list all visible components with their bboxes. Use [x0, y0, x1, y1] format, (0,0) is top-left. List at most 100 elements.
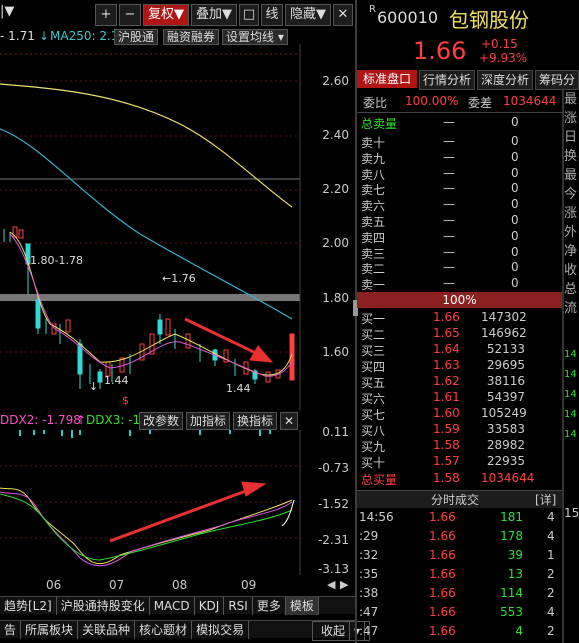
buy-level-price: 1.61	[433, 390, 460, 404]
stock-name: 包钢股份	[449, 8, 529, 32]
tab-chip[interactable]: 筹码分	[535, 70, 579, 90]
buy-level-qty: 52133	[486, 342, 525, 356]
buy-level-label: 买七	[361, 408, 386, 422]
tab-depth-analysis[interactable]: 深度分析	[477, 70, 533, 90]
side-char: 最	[564, 92, 578, 107]
hide-label: 隐藏	[289, 7, 316, 22]
buy-total-price: 1.58	[433, 471, 460, 485]
ddx-axis-tick: -1.52	[317, 497, 349, 511]
buy-level-price: 1.66	[433, 310, 460, 324]
sell-level-label: 卖八	[361, 167, 386, 182]
hide-button[interactable]: 隐藏▼	[285, 4, 331, 26]
box-button[interactable]: □	[239, 4, 259, 26]
close-indicator-button[interactable]: ✕	[280, 412, 299, 430]
ddx-chart[interactable]	[0, 430, 355, 575]
ddx-axis-tick: 0.11	[322, 425, 349, 439]
sell-level-label: 卖十	[361, 136, 386, 150]
weibi-label: 委比	[363, 96, 388, 110]
tick-vol: 178	[500, 529, 523, 543]
mid-pct: 100%	[442, 293, 477, 307]
y-tick: 2.00	[322, 236, 349, 250]
ticks-detail-button[interactable]: [详]	[535, 491, 556, 509]
rzrq-button[interactable]: 融资融券	[163, 29, 220, 45]
kline-chart[interactable]	[0, 44, 355, 410]
stock-price: 1.66	[413, 37, 467, 65]
side-scroll[interactable]	[562, 90, 564, 643]
add-indicator-button[interactable]: 加指标	[186, 412, 231, 430]
tab-kdj[interactable]: KDJ	[195, 597, 225, 615]
tick-price: 1.66	[429, 586, 456, 600]
tab-core-theme[interactable]: 核心题材	[135, 621, 193, 639]
tick-count: 4	[547, 529, 555, 543]
arrow-down-icon: ↓	[39, 29, 50, 43]
tab-announce[interactable]: 告	[0, 621, 22, 639]
tab-hgt-holding[interactable]: 沪股通持股变化	[57, 597, 150, 615]
buy-level-price: 1.62	[433, 374, 460, 388]
tick-price: 1.66	[429, 529, 456, 543]
zoom-in-button[interactable]: +	[95, 4, 117, 26]
tick-price: 1.66	[429, 567, 456, 581]
collapse-label: 收起	[317, 622, 351, 640]
sell-level-label: 卖三	[361, 246, 386, 261]
tick-time: :29	[359, 529, 379, 543]
sell-level-qty: 0	[511, 244, 519, 259]
side-num: 14	[564, 409, 577, 420]
line-button[interactable]: 线	[261, 4, 283, 26]
tab-standard[interactable]: 标准盘口	[357, 70, 417, 88]
candles	[3, 226, 295, 389]
stock-code: 600010	[377, 8, 439, 27]
sell-level-price: —	[443, 213, 455, 227]
buy-total-label: 总买量	[361, 473, 398, 487]
switch-indicator-button[interactable]: 换指标	[233, 412, 278, 430]
side-char: 今	[564, 187, 578, 202]
month-axis: 06 07 08 09	[0, 578, 300, 594]
sell-total-row: 总卖量 — 0	[361, 115, 531, 134]
hgt-button[interactable]: 沪股通	[114, 29, 159, 45]
ma-settings-label: 设置均线	[226, 30, 275, 44]
tab-trend[interactable]: 趋势[L2]	[0, 597, 57, 615]
tab-more[interactable]: 更多	[253, 597, 286, 615]
weibi-row: 委比 100.00% 委差 1034644	[363, 94, 563, 111]
tab-template[interactable]: 模板	[285, 597, 319, 615]
weibi-value: 100.00%	[405, 94, 459, 108]
month-tick: 08	[172, 578, 188, 592]
ma-settings-button[interactable]: 设置均线 ▾	[222, 29, 288, 45]
ddx-axis-tick: -0.73	[317, 461, 349, 475]
buy-level-label: 买九	[361, 440, 386, 454]
overlay-button[interactable]: 叠加▼	[191, 4, 237, 26]
buy-level-qty: 146962	[481, 326, 527, 340]
tab-rsi[interactable]: RSI	[224, 597, 253, 615]
y-tick: 1.80	[322, 291, 349, 305]
tab-sim-trade[interactable]: 模拟交易	[192, 621, 250, 639]
buy-level-price: 1.58	[433, 438, 460, 452]
change-params-button[interactable]: 改参数	[139, 412, 184, 430]
ma-value: - 1.71	[0, 29, 35, 43]
fuquan-button[interactable]: 复权▼	[143, 4, 189, 26]
zoom-out-button[interactable]: −	[119, 4, 141, 26]
tab-related[interactable]: 关联品种	[78, 621, 136, 639]
buy-level-label: 买五	[361, 376, 386, 390]
buy-level-label: 买一	[361, 312, 386, 326]
tick-time: :32	[359, 548, 379, 562]
side-char: 最	[564, 168, 578, 183]
tab-market-analysis[interactable]: 行情分析	[419, 70, 475, 90]
close-chart-button[interactable]: ✕	[333, 4, 353, 26]
side-char: 日	[564, 130, 578, 145]
buy-level-qty: 22935	[486, 454, 525, 468]
buy-level-qty: 38116	[486, 374, 525, 388]
info-tabs: 告所属板块 关联品种 核心题材 模拟交易 收起 ▾	[0, 620, 371, 641]
scroll-left-icon[interactable]: ◀	[327, 578, 335, 591]
divider	[357, 112, 562, 113]
side-num: 14	[564, 369, 577, 380]
sell-level-price: —	[443, 228, 455, 243]
kline-panel[interactable]: |▼ + − 复权▼ 叠加▼ □ 线 隐藏▼ ✕ - 1.71 ↓ MA250:…	[0, 0, 371, 643]
tab-sector[interactable]: 所属板块	[21, 621, 79, 639]
sell-level-price: —	[443, 165, 455, 180]
month-tick: 07	[109, 578, 125, 592]
buy-level-qty: 147302	[481, 310, 527, 324]
buy-level-price: 1.57	[433, 454, 460, 468]
tab-macd[interactable]: MACD	[150, 597, 195, 615]
scroll-right-icon[interactable]: ▶	[340, 578, 348, 591]
low-label-1: 1.44	[104, 374, 129, 387]
sell-level-qty: 0	[511, 276, 519, 291]
